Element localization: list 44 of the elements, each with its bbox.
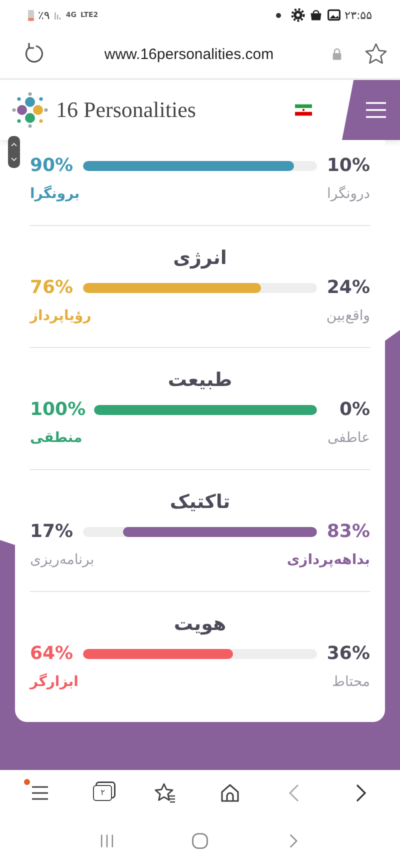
trait-label: ابزارگر	[30, 674, 78, 690]
image-icon	[326, 8, 341, 22]
menu-button[interactable]	[342, 80, 400, 140]
trait-label: درونگرا	[327, 186, 370, 202]
trait-title: هویت	[172, 613, 228, 635]
trait-title: طبیعت	[166, 369, 234, 391]
logo-icon[interactable]	[10, 90, 50, 130]
notification-dot-icon	[276, 12, 281, 18]
battery-level: ٪۹	[38, 8, 50, 22]
bookmarks-star-icon[interactable]	[153, 780, 178, 804]
trait-label: بداهه‌پردازی	[286, 552, 370, 568]
tabs-button[interactable]: ۲	[93, 784, 112, 800]
url-text[interactable]: www.16personalities.com	[58, 46, 320, 62]
scroll-handle-icon[interactable]	[8, 136, 20, 168]
percent-text: 10%	[326, 155, 370, 176]
percent-text: 64%	[30, 643, 74, 664]
percent-text: 24%	[326, 277, 370, 298]
star-icon[interactable]	[364, 42, 388, 66]
percent-text: 76%	[30, 277, 74, 298]
trait-title: انرژی	[172, 247, 228, 269]
percent-text: 0%	[338, 399, 370, 420]
gear-icon	[290, 8, 305, 22]
lock-icon	[332, 48, 342, 60]
trait-label: عاطفی	[327, 430, 370, 446]
trait-title: تاکتیک	[168, 491, 232, 513]
clock: ۲۳:۵۵	[344, 8, 372, 22]
battery-icon	[28, 10, 34, 20]
trait-label: واقع‌بین	[326, 308, 370, 324]
flag-icon[interactable]	[295, 104, 312, 116]
percent-text: 17%	[30, 521, 74, 542]
logo-text[interactable]: 16 Personalities	[56, 97, 295, 123]
trait-label: محتاط	[332, 674, 370, 690]
trait-label: رؤیاپرداز	[30, 308, 92, 324]
bag-icon	[308, 8, 323, 22]
menu-icon	[366, 102, 386, 118]
trait-label: منطقی	[30, 430, 82, 446]
trait-label: برونگرا	[30, 186, 80, 202]
percent-text: 83%	[326, 521, 370, 542]
trait-label: برنامه‌ریزی	[30, 552, 94, 568]
percent-text: 36%	[326, 643, 370, 664]
percent-text: 90%	[30, 155, 74, 176]
notification-dot-icon	[24, 778, 30, 784]
signal-icon	[54, 10, 62, 20]
percent-text: 100%	[30, 399, 86, 420]
